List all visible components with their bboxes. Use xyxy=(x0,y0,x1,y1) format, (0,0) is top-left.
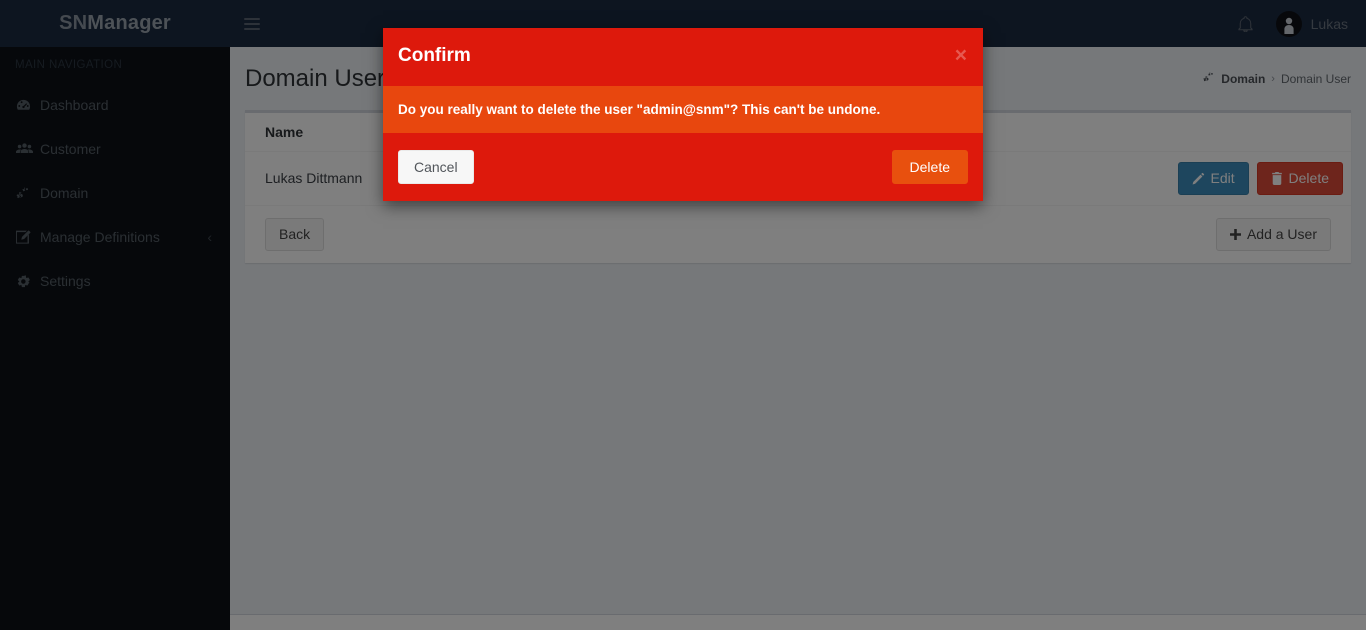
modal-title: Confirm xyxy=(398,45,471,66)
close-icon[interactable]: × xyxy=(955,45,967,66)
modal-cancel-button[interactable]: Cancel xyxy=(398,150,474,184)
modal-body: Do you really want to delete the user "a… xyxy=(383,86,983,133)
modal-delete-button[interactable]: Delete xyxy=(891,150,968,184)
app-root: SNManager MAIN NAVIGATION Dashboard Cust… xyxy=(0,0,1366,630)
confirm-delete-modal: Confirm × Do you really want to delete t… xyxy=(383,28,983,201)
modal-footer: Cancel Delete xyxy=(383,133,983,201)
modal-header: Confirm × xyxy=(383,28,983,86)
